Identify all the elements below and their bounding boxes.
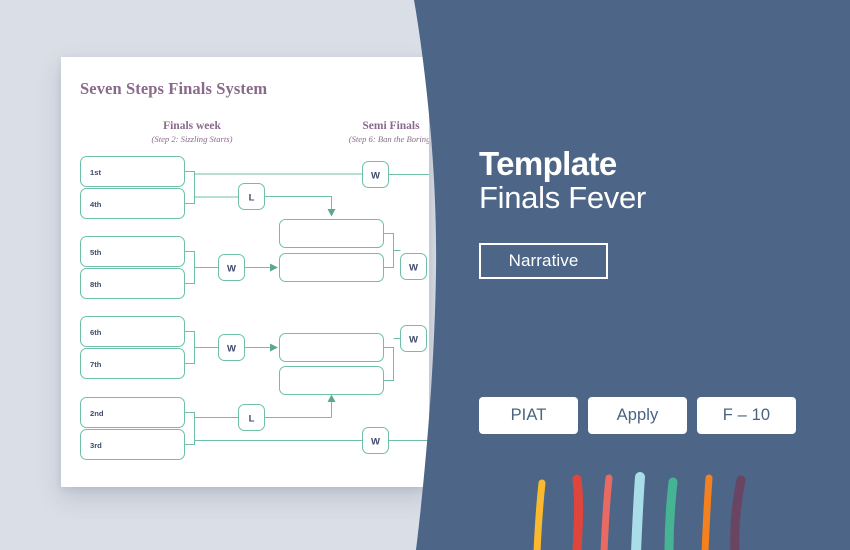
seed-box-label: 5th	[90, 248, 102, 257]
empty-bracket-slot[interactable]	[279, 366, 384, 395]
panel-title: Finals Fever	[479, 180, 646, 215]
category-button-label: Narrative	[508, 251, 579, 270]
decorative-stroke-lightblue	[631, 472, 645, 550]
seed-box-label: 6th	[90, 328, 102, 337]
bracket-connector	[383, 233, 394, 268]
bracket-group-1: 1st 4th L W	[80, 156, 429, 219]
duration-button[interactable]: F – 10	[697, 397, 796, 434]
arrowhead-right	[270, 343, 278, 352]
arrowhead-down	[327, 209, 336, 217]
decorative-stroke-yellow	[533, 479, 546, 550]
seed-box-label: 2nd	[90, 409, 104, 418]
bracket-connector	[184, 171, 195, 204]
decorative-stroke-purple	[730, 475, 746, 550]
empty-bracket-slot[interactable]	[279, 333, 384, 362]
apply-button-label: Apply	[616, 406, 659, 424]
seed-box-label: 1st	[90, 168, 101, 177]
bracket-connector	[184, 251, 195, 284]
arrowhead-up	[327, 394, 336, 402]
result-node-label: W	[227, 344, 236, 355]
category-button-narrative[interactable]: Narrative	[479, 243, 608, 279]
decorative-stroke-coral	[600, 474, 613, 550]
seed-box-label: 8th	[90, 280, 102, 289]
template-preview-card[interactable]: Seven Steps Finals System Finals week (S…	[61, 57, 429, 487]
bracket-connector	[184, 412, 195, 445]
panel-eyebrow: Template	[479, 145, 617, 182]
arrowhead-right	[270, 263, 278, 272]
piat-button[interactable]: PIAT	[479, 397, 578, 434]
bracket-group-4: 2nd 3rd L W	[80, 397, 429, 460]
result-node-label: W	[227, 264, 236, 275]
result-node-label: W	[409, 263, 418, 274]
decorative-stroke-orange	[701, 474, 713, 550]
decorative-stroke-red	[572, 474, 584, 550]
seed-box-label: 3rd	[90, 441, 102, 450]
result-node-label: W	[371, 171, 380, 182]
result-node-label: W	[409, 335, 418, 346]
bracket-connector-dropdown	[264, 196, 332, 209]
bracket-group-2: 5th 8th W W	[80, 219, 427, 299]
empty-bracket-slot[interactable]	[279, 253, 384, 282]
result-node-label: L	[249, 193, 255, 204]
bracket-connector	[383, 347, 394, 381]
decorative-stroke-green	[664, 477, 678, 550]
apply-button[interactable]: Apply	[588, 397, 687, 434]
seed-box-label: 7th	[90, 360, 102, 369]
screenshot-canvas: Seven Steps Finals System Finals week (S…	[0, 0, 850, 550]
duration-button-label: F – 10	[722, 406, 771, 424]
result-node-label: W	[371, 437, 380, 448]
seed-box-label: 4th	[90, 200, 102, 209]
empty-bracket-slot[interactable]	[279, 219, 384, 248]
action-button-row: PIAT Apply F – 10	[479, 397, 796, 434]
result-node-label: L	[249, 414, 255, 425]
tournament-bracket-diagram: 1st 4th L W 5th 8th W W 6th 7th W W 2nd …	[80, 156, 429, 460]
piat-button-label: PIAT	[510, 406, 547, 424]
bracket-connector	[184, 331, 195, 364]
